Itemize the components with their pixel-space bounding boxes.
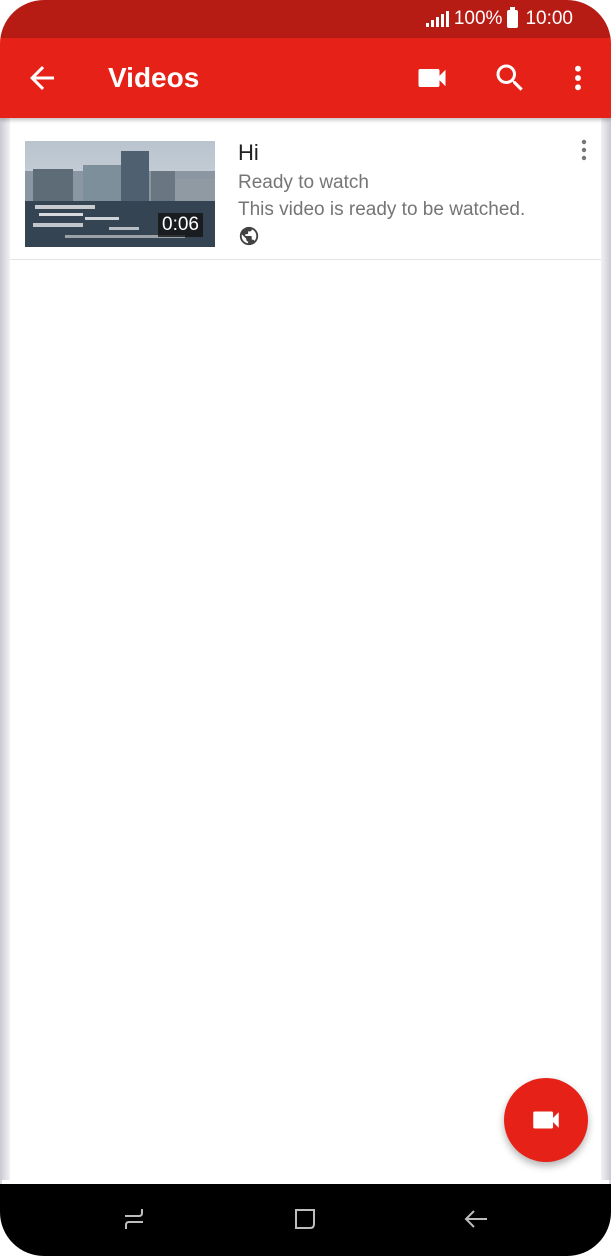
overflow-menu-icon[interactable] bbox=[562, 60, 594, 96]
battery-icon bbox=[507, 7, 519, 28]
status-indicators: 100% 10:00 bbox=[425, 7, 573, 31]
video-options-icon[interactable] bbox=[576, 138, 592, 162]
video-duration: 0:06 bbox=[158, 213, 203, 237]
video-description: This video is ready to be watched. bbox=[238, 199, 526, 220]
recent-apps-icon[interactable] bbox=[119, 1204, 149, 1234]
globe-icon bbox=[239, 226, 259, 246]
app-bar: Videos bbox=[0, 38, 611, 118]
video-title: Hi bbox=[238, 140, 259, 165]
video-list-item[interactable]: 0:06 Hi Ready to watch This video is rea… bbox=[10, 124, 601, 260]
system-navigation-bar bbox=[0, 1184, 611, 1256]
back-icon[interactable] bbox=[461, 1204, 491, 1234]
clock: 10:00 bbox=[525, 8, 573, 29]
back-arrow-icon[interactable] bbox=[24, 60, 60, 96]
home-icon[interactable] bbox=[290, 1204, 320, 1234]
video-thumbnail[interactable]: 0:06 bbox=[25, 141, 215, 247]
page-title: Videos bbox=[108, 62, 200, 93]
battery-percent: 100% bbox=[453, 8, 503, 29]
video-camera-icon[interactable] bbox=[414, 60, 450, 96]
video-status: Ready to watch bbox=[238, 172, 369, 193]
screen-edge-right bbox=[601, 100, 611, 1180]
screen-edge-left bbox=[0, 100, 10, 1180]
video-camera-icon bbox=[533, 1111, 559, 1129]
status-bar: 100% 10:00 bbox=[0, 0, 611, 38]
record-video-button[interactable] bbox=[504, 1078, 588, 1162]
signal-icon bbox=[425, 11, 449, 27]
search-icon[interactable] bbox=[492, 60, 528, 96]
phone-screen: 100% 10:00 Videos 0:06 Hi Ready to watch… bbox=[0, 0, 611, 1256]
